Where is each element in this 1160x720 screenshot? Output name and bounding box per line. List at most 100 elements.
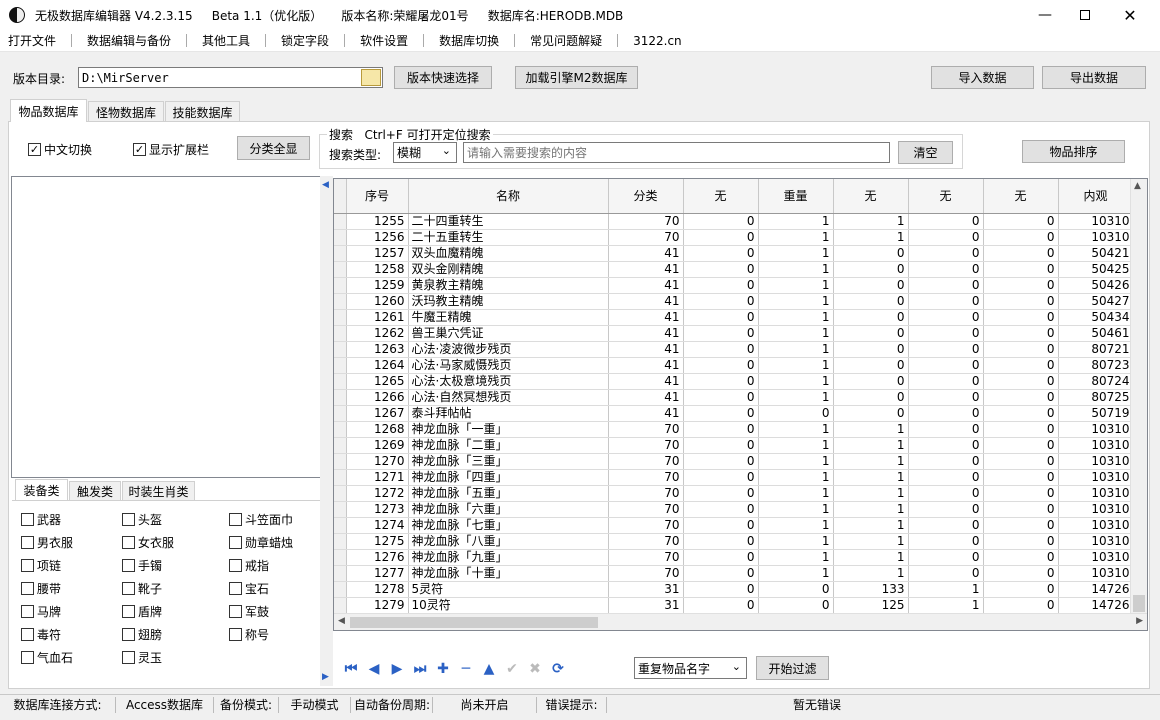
- table-row[interactable]: 1266 心法·自然冥想残页 41 0 1 0 0 0 80725: [334, 389, 1134, 406]
- table-cell[interactable]: 125: [833, 597, 909, 614]
- row-indicator[interactable]: [334, 565, 347, 582]
- row-indicator[interactable]: [334, 501, 347, 518]
- table-cell[interactable]: 0: [833, 357, 909, 374]
- category-checkbox[interactable]: 军鼓: [229, 602, 329, 620]
- category-checkbox[interactable]: 女衣服: [122, 533, 229, 551]
- table-cell[interactable]: 神龙血脉「十重」: [408, 565, 609, 582]
- table-cell[interactable]: 1279: [346, 597, 409, 614]
- table-cell[interactable]: 1: [833, 533, 909, 550]
- table-cell[interactable]: 0: [983, 517, 1059, 534]
- table-cell[interactable]: 0: [908, 293, 984, 310]
- delete-record-icon[interactable]: ─: [457, 660, 475, 678]
- table-row[interactable]: 1260 沃玛教主精魄 41 0 1 0 0 0 50427: [334, 293, 1134, 310]
- table-cell[interactable]: 70: [608, 533, 684, 550]
- folder-icon[interactable]: [361, 69, 381, 86]
- table-cell[interactable]: 10310: [1058, 213, 1134, 230]
- row-indicator[interactable]: [334, 277, 347, 294]
- table-cell[interactable]: 0: [683, 517, 759, 534]
- prior-record-icon[interactable]: ◀: [365, 660, 383, 678]
- table-cell[interactable]: 0: [908, 533, 984, 550]
- table-cell[interactable]: 0: [908, 245, 984, 262]
- table-row[interactable]: 1256 二十五重转生 70 0 1 1 0 0 10310: [334, 229, 1134, 246]
- table-cell[interactable]: 0: [833, 277, 909, 294]
- table-cell[interactable]: 0: [833, 309, 909, 326]
- table-cell[interactable]: 1273: [346, 501, 409, 518]
- scroll-thumb[interactable]: [1133, 595, 1145, 612]
- table-cell[interactable]: 1: [758, 245, 834, 262]
- row-indicator[interactable]: [334, 325, 347, 342]
- table-cell[interactable]: 神龙血脉「五重」: [408, 485, 609, 502]
- row-indicator[interactable]: [334, 597, 347, 614]
- tab-skills[interactable]: 技能数据库: [165, 101, 240, 122]
- export-data-button[interactable]: 导出数据: [1042, 66, 1146, 89]
- row-indicator[interactable]: [334, 293, 347, 310]
- table-cell[interactable]: 0: [983, 357, 1059, 374]
- table-cell[interactable]: 0: [683, 325, 759, 342]
- table-cell[interactable]: 10310: [1058, 501, 1134, 518]
- column-header[interactable]: 分类: [608, 179, 684, 214]
- vertical-scrollbar[interactable]: ▲: [1130, 179, 1147, 614]
- table-cell[interactable]: 0: [833, 405, 909, 422]
- show-ext-checkbox[interactable]: ✓ 显示扩展栏: [133, 141, 209, 158]
- table-cell[interactable]: 0: [908, 373, 984, 390]
- table-cell[interactable]: 1: [758, 549, 834, 566]
- table-cell[interactable]: 70: [608, 501, 684, 518]
- table-cell[interactable]: 1268: [346, 421, 409, 438]
- table-cell[interactable]: 神龙血脉「一重」: [408, 421, 609, 438]
- table-cell[interactable]: 1266: [346, 389, 409, 406]
- table-cell[interactable]: 神龙血脉「七重」: [408, 517, 609, 534]
- category-checkbox[interactable]: 斗笠面巾: [229, 510, 329, 528]
- search-input[interactable]: [463, 142, 890, 163]
- table-cell[interactable]: 0: [908, 277, 984, 294]
- table-cell[interactable]: 神龙血脉「三重」: [408, 453, 609, 470]
- table-cell[interactable]: 80721: [1058, 341, 1134, 358]
- post-record-icon[interactable]: ✔: [503, 660, 521, 678]
- table-cell[interactable]: 14726: [1058, 597, 1134, 614]
- menu-open-file[interactable]: 打开文件: [0, 31, 64, 51]
- table-cell[interactable]: 0: [983, 341, 1059, 358]
- table-cell[interactable]: 1276: [346, 549, 409, 566]
- table-row[interactable]: 1262 兽王巢穴凭证 41 0 1 0 0 0 50461: [334, 325, 1134, 342]
- table-cell[interactable]: 10310: [1058, 549, 1134, 566]
- table-cell[interactable]: 70: [608, 453, 684, 470]
- table-cell[interactable]: 0: [683, 485, 759, 502]
- table-cell[interactable]: 0: [683, 245, 759, 262]
- table-cell[interactable]: 泰斗拜帖帖: [408, 405, 609, 422]
- table-cell[interactable]: 0: [908, 357, 984, 374]
- column-header[interactable]: 重量: [758, 179, 834, 214]
- table-cell[interactable]: 0: [983, 469, 1059, 486]
- table-cell[interactable]: 1: [758, 485, 834, 502]
- table-row[interactable]: 1263 心法·凌波微步残页 41 0 1 0 0 0 80721: [334, 341, 1134, 358]
- table-cell[interactable]: 0: [683, 533, 759, 550]
- table-cell[interactable]: 10310: [1058, 469, 1134, 486]
- horizontal-scrollbar[interactable]: ◀ ▶: [334, 613, 1147, 630]
- table-cell[interactable]: 黄泉教主精魄: [408, 277, 609, 294]
- data-grid[interactable]: 序号 名称 分类 无 重量 无 无 无 内观 1255 二十四重转生 70 0 1 1 0 0…: [333, 178, 1148, 631]
- table-cell[interactable]: 0: [833, 341, 909, 358]
- row-indicator[interactable]: [334, 453, 347, 470]
- table-cell[interactable]: 50719: [1058, 405, 1134, 422]
- menu-lock-fields[interactable]: 锁定字段: [273, 31, 337, 51]
- category-checkbox[interactable]: 靴子: [122, 579, 229, 597]
- table-cell[interactable]: 70: [608, 421, 684, 438]
- category-tree[interactable]: [11, 176, 321, 478]
- table-cell[interactable]: 80725: [1058, 389, 1134, 406]
- table-cell[interactable]: 0: [683, 373, 759, 390]
- filter-select[interactable]: 重复物品名字 ⌄: [634, 657, 747, 679]
- table-cell[interactable]: 0: [833, 293, 909, 310]
- table-cell[interactable]: 0: [833, 245, 909, 262]
- table-cell[interactable]: 1: [833, 469, 909, 486]
- table-cell[interactable]: 1270: [346, 453, 409, 470]
- category-checkbox[interactable]: 武器: [21, 510, 122, 528]
- table-row[interactable]: 1265 心法·太极意境残页 41 0 1 0 0 0 80724: [334, 373, 1134, 390]
- table-cell[interactable]: 1: [758, 389, 834, 406]
- next-record-icon[interactable]: ▶: [388, 660, 406, 678]
- table-cell[interactable]: 0: [908, 261, 984, 278]
- chinese-switch-checkbox[interactable]: ✓ 中文切换: [28, 141, 92, 158]
- row-indicator[interactable]: [334, 421, 347, 438]
- table-cell[interactable]: 1: [833, 453, 909, 470]
- table-cell[interactable]: 0: [983, 245, 1059, 262]
- table-cell[interactable]: 0: [833, 389, 909, 406]
- table-cell[interactable]: 1: [758, 229, 834, 246]
- table-row[interactable]: 1270 神龙血脉「三重」 70 0 1 1 0 0 10310: [334, 453, 1134, 470]
